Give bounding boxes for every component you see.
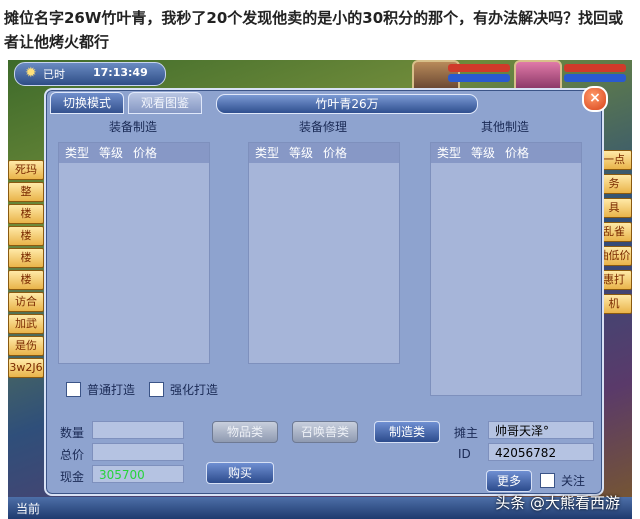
total-label: 总价 (60, 448, 85, 462)
pet-mp-bar (564, 74, 626, 82)
stall-dialog: 切换模式 观看图鉴 竹叶青26万 × 装备制造 装备修理 其他制造 类型 等级 价格… (44, 86, 608, 496)
more-button[interactable]: 更多 (486, 470, 532, 492)
qty-label: 数量 (60, 426, 85, 440)
side-tag[interactable]: 楼 (8, 204, 44, 224)
section-equip-repair: 装备修理 (298, 120, 347, 134)
pet-category-button[interactable]: 召唤兽类 (292, 421, 358, 443)
game-screen: ✹ 已时 17:13:49 死玛 整 楼 楼 楼 楼 访合 加武 是伤 3w2J… (8, 60, 632, 519)
post-caption: 摊位名字26W竹叶青，我秒了20个发现他卖的是小的30积分的那个，有办法解决吗？… (4, 9, 624, 51)
side-tag[interactable]: 是伤 (8, 336, 44, 356)
section-other-make: 其他制造 (480, 120, 529, 134)
hud-status: 已时 (43, 68, 65, 81)
qty-input[interactable] (92, 421, 184, 439)
forge-options: 普通打造 强化打造 (66, 381, 218, 398)
side-tag[interactable]: 楼 (8, 226, 44, 246)
side-tag[interactable]: 访合 (8, 292, 44, 312)
channel-current[interactable]: 当前 (16, 500, 40, 517)
tab-switch-mode[interactable]: 切换模式 (50, 92, 124, 114)
checkbox-enhance-forge[interactable]: 强化打造 (149, 381, 218, 398)
hp-bar (448, 64, 510, 72)
tab-view-catalog[interactable]: 观看图鉴 (128, 92, 202, 114)
list-equip-make[interactable]: 类型 等级 价格 (58, 142, 210, 364)
list-header: 类型 等级 价格 (431, 143, 581, 163)
craft-category-button[interactable]: 制造类 (374, 421, 440, 443)
side-tag[interactable]: 整 (8, 182, 44, 202)
list-equip-repair[interactable]: 类型 等级 价格 (248, 142, 400, 364)
item-category-button[interactable]: 物品类 (212, 421, 278, 443)
list-other-make[interactable]: 类型 等级 价格 (430, 142, 582, 396)
pet-hp-bar (564, 64, 626, 72)
id-label: ID (458, 447, 471, 461)
side-tag[interactable]: 3w2J6 (8, 358, 44, 378)
hud-time: 17:13:49 (93, 66, 148, 79)
gear-icon[interactable]: ✹ (25, 66, 39, 80)
side-tag[interactable]: 楼 (8, 248, 44, 268)
cash-field: 305700 (92, 465, 184, 483)
side-tag[interactable]: 加武 (8, 314, 44, 334)
owner-label: 摊主 (454, 426, 479, 440)
checkbox-normal-forge[interactable]: 普通打造 (66, 381, 135, 398)
mp-bar (448, 74, 510, 82)
stall-title: 竹叶青26万 (216, 94, 478, 114)
cash-label: 现金 (60, 470, 85, 484)
side-tag[interactable]: 楼 (8, 270, 44, 290)
hud-clock: ✹ 已时 17:13:49 (14, 62, 166, 86)
follow-checkbox[interactable]: 关注 (540, 472, 585, 489)
owner-field: 帅哥天泽° (488, 421, 594, 439)
side-tag[interactable]: 死玛 (8, 160, 44, 180)
watermark: 头条 @大熊看西游 (495, 494, 620, 512)
list-header: 类型 等级 价格 (249, 143, 399, 163)
buy-button[interactable]: 购买 (206, 462, 274, 484)
total-field (92, 443, 184, 461)
left-sidebar: 死玛 整 楼 楼 楼 楼 访合 加武 是伤 3w2J6 (8, 160, 44, 380)
list-header: 类型 等级 价格 (59, 143, 209, 163)
id-field: 42056782 (488, 443, 594, 461)
close-icon[interactable]: × (582, 86, 608, 112)
section-equip-make: 装备制造 (108, 120, 157, 134)
